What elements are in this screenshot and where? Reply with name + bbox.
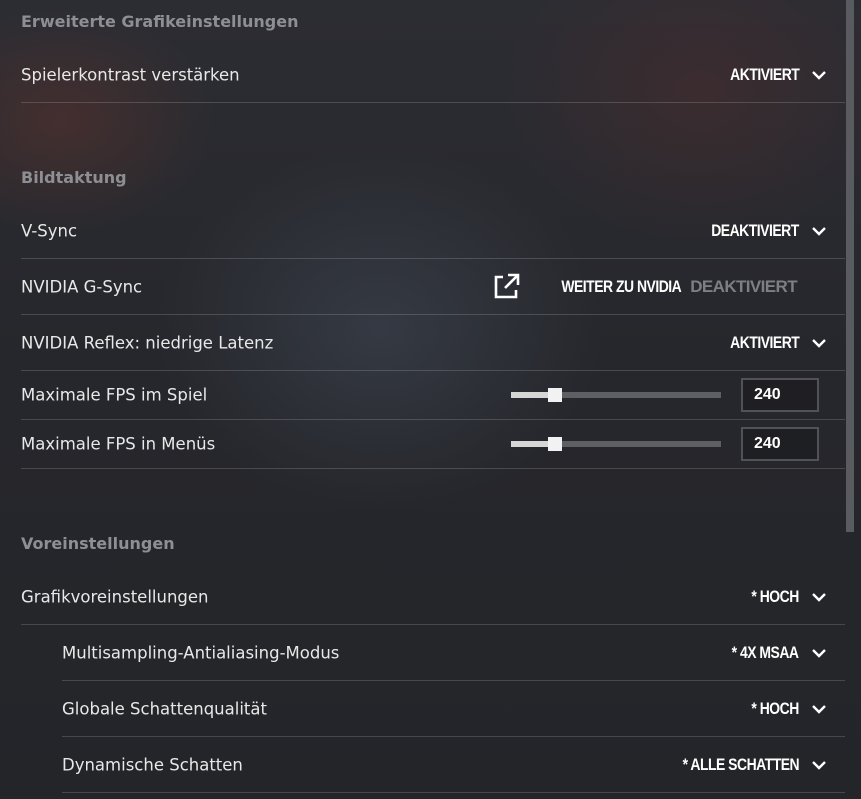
dropdown-value: AKTIVIERT bbox=[729, 332, 800, 352]
section-title-advanced-graphics: Erweiterte Grafikeinstellungen bbox=[21, 12, 299, 31]
slider-thumb[interactable] bbox=[548, 388, 563, 402]
row-label: Maximale FPS im Spiel bbox=[21, 385, 208, 405]
chevron-down-icon bbox=[812, 704, 826, 714]
row-label: Maximale FPS in Menüs bbox=[21, 434, 216, 454]
row-label: Globale Schattenqualität bbox=[62, 699, 267, 718]
max-fps-game-input[interactable] bbox=[741, 378, 819, 412]
gsync-status: DEAKTIVIERT bbox=[690, 276, 797, 296]
max-fps-game-slider[interactable] bbox=[511, 387, 721, 403]
shadow-quality-dropdown[interactable]: * HOCH bbox=[741, 699, 827, 719]
external-link-icon bbox=[494, 273, 520, 298]
row-max-fps-menu: Maximale FPS in Menüs bbox=[21, 420, 845, 469]
row-reflex: NVIDIA Reflex: niedrige Latenz AKTIVIERT bbox=[21, 315, 845, 371]
chevron-down-icon bbox=[812, 70, 826, 80]
row-label: V-Sync bbox=[21, 221, 78, 240]
dropdown-value: * 4X MSAA bbox=[732, 642, 799, 662]
row-label: Grafikvoreinstellungen bbox=[21, 587, 209, 606]
row-label: NVIDIA Reflex: niedrige Latenz bbox=[21, 333, 274, 352]
chevron-down-icon bbox=[812, 338, 826, 348]
chevron-down-icon bbox=[812, 226, 826, 236]
vsync-dropdown[interactable]: DEAKTIVIERT bbox=[692, 221, 827, 241]
dropdown-value: DEAKTIVIERT bbox=[711, 220, 799, 240]
section-title-presets: Voreinstellungen bbox=[21, 534, 175, 553]
reflex-dropdown[interactable]: AKTIVIERT bbox=[715, 333, 827, 353]
scrollbar[interactable] bbox=[846, 0, 854, 532]
row-graphics-preset: Grafikvoreinstellungen * HOCH bbox=[21, 569, 845, 625]
graphics-preset-dropdown[interactable]: * HOCH bbox=[741, 587, 827, 607]
dropdown-value: * HOCH bbox=[751, 586, 800, 606]
chevron-down-icon bbox=[812, 648, 826, 658]
dropdown-value: AKTIVIERT bbox=[729, 64, 800, 84]
max-fps-menu-slider[interactable] bbox=[511, 436, 721, 452]
row-msaa: Multisampling-Antialiasing-Modus * 4X MS… bbox=[62, 625, 845, 681]
nvidia-link-button[interactable]: WEITER ZU NVIDIA bbox=[491, 272, 681, 302]
chevron-down-icon bbox=[812, 592, 826, 602]
section-title-frame-timing: Bildtaktung bbox=[21, 168, 127, 187]
row-label: Dynamische Schatten bbox=[62, 755, 243, 774]
max-fps-menu-input[interactable] bbox=[741, 427, 819, 461]
settings-panel: Erweiterte Grafikeinstellungen Spielerko… bbox=[0, 0, 861, 799]
row-vsync: V-Sync DEAKTIVIERT bbox=[21, 203, 845, 259]
row-player-contrast: Spielerkontrast verstärken AKTIVIERT bbox=[21, 47, 845, 103]
row-max-fps-game: Maximale FPS im Spiel bbox=[21, 371, 845, 420]
slider-thumb[interactable] bbox=[548, 437, 563, 451]
chevron-down-icon bbox=[812, 760, 826, 770]
row-label: NVIDIA G-Sync bbox=[21, 277, 143, 296]
player-contrast-dropdown[interactable]: AKTIVIERT bbox=[715, 65, 827, 85]
dropdown-value: * HOCH bbox=[751, 698, 800, 718]
dynamic-shadows-dropdown[interactable]: * ALLE SCHATTEN bbox=[657, 755, 827, 775]
msaa-dropdown[interactable]: * 4X MSAA bbox=[717, 643, 827, 663]
row-gsync: NVIDIA G-Sync WEITER ZU NVIDIA DEAKTIVIE… bbox=[21, 259, 845, 315]
dropdown-value: * ALLE SCHATTEN bbox=[682, 754, 799, 774]
row-label: Multisampling-Antialiasing-Modus bbox=[62, 643, 340, 662]
nvidia-link-label: WEITER ZU NVIDIA bbox=[561, 276, 681, 296]
row-dynamic-shadows: Dynamische Schatten * ALLE SCHATTEN bbox=[62, 737, 845, 793]
row-shadow-quality: Globale Schattenqualität * HOCH bbox=[62, 681, 845, 737]
row-label: Spielerkontrast verstärken bbox=[21, 65, 240, 84]
